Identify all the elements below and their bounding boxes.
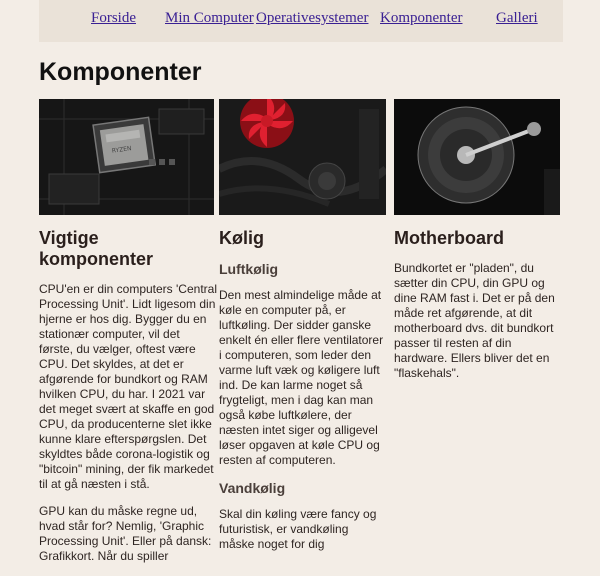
nav-link-galleri[interactable]: Galleri [496, 10, 538, 27]
paragraph-gpu: GPU kan du måske regne ud, hvad står for… [39, 504, 212, 563]
heading-vigtige-komponenter: Vigtige komponenter [39, 228, 154, 269]
paragraph-motherboard: Bundkortet er "pladen", du sætter din CP… [394, 261, 555, 380]
column-motherboard: Motherboard Bundkortet er "pladen", du s… [394, 228, 562, 393]
heading-kolig: Kølig [219, 228, 264, 248]
subheading-vandkolig: Vandkølig [219, 480, 286, 496]
nav-link-operativesystemer[interactable]: Operativesystemer [256, 10, 368, 27]
cpu-image: RYZEN [39, 99, 214, 215]
page-title: Komponenter [39, 58, 202, 86]
nav-link-min-computer[interactable]: Min Computer [165, 10, 254, 27]
nav-link-forside[interactable]: Forside [91, 10, 136, 27]
subheading-luftkolig: Luftkølig [219, 261, 279, 277]
paragraph-vandkolig: Skal din køling være fancy og futuristis… [219, 507, 377, 551]
column-kolig: Kølig Luftkølig Den mest almindelige måd… [219, 228, 385, 564]
cooler-photo [219, 99, 386, 215]
fan-image [219, 99, 386, 215]
column-vigtige-komponenter: Vigtige komponenter CPU'en er din comput… [39, 228, 217, 576]
nav-link-komponenter[interactable]: Komponenter [380, 10, 462, 27]
paragraph-cpu: CPU'en er din computers 'Central Process… [39, 282, 217, 491]
paragraph-luftkolig: Den mest almindelige måde at køle en com… [219, 288, 384, 467]
top-navigation: Forside Min Computer Operativesystemer K… [39, 0, 563, 42]
harddisk-image [394, 99, 560, 215]
heading-motherboard: Motherboard [394, 228, 504, 248]
cpu-photo: RYZEN [39, 99, 214, 215]
harddisk-photo [394, 99, 560, 215]
